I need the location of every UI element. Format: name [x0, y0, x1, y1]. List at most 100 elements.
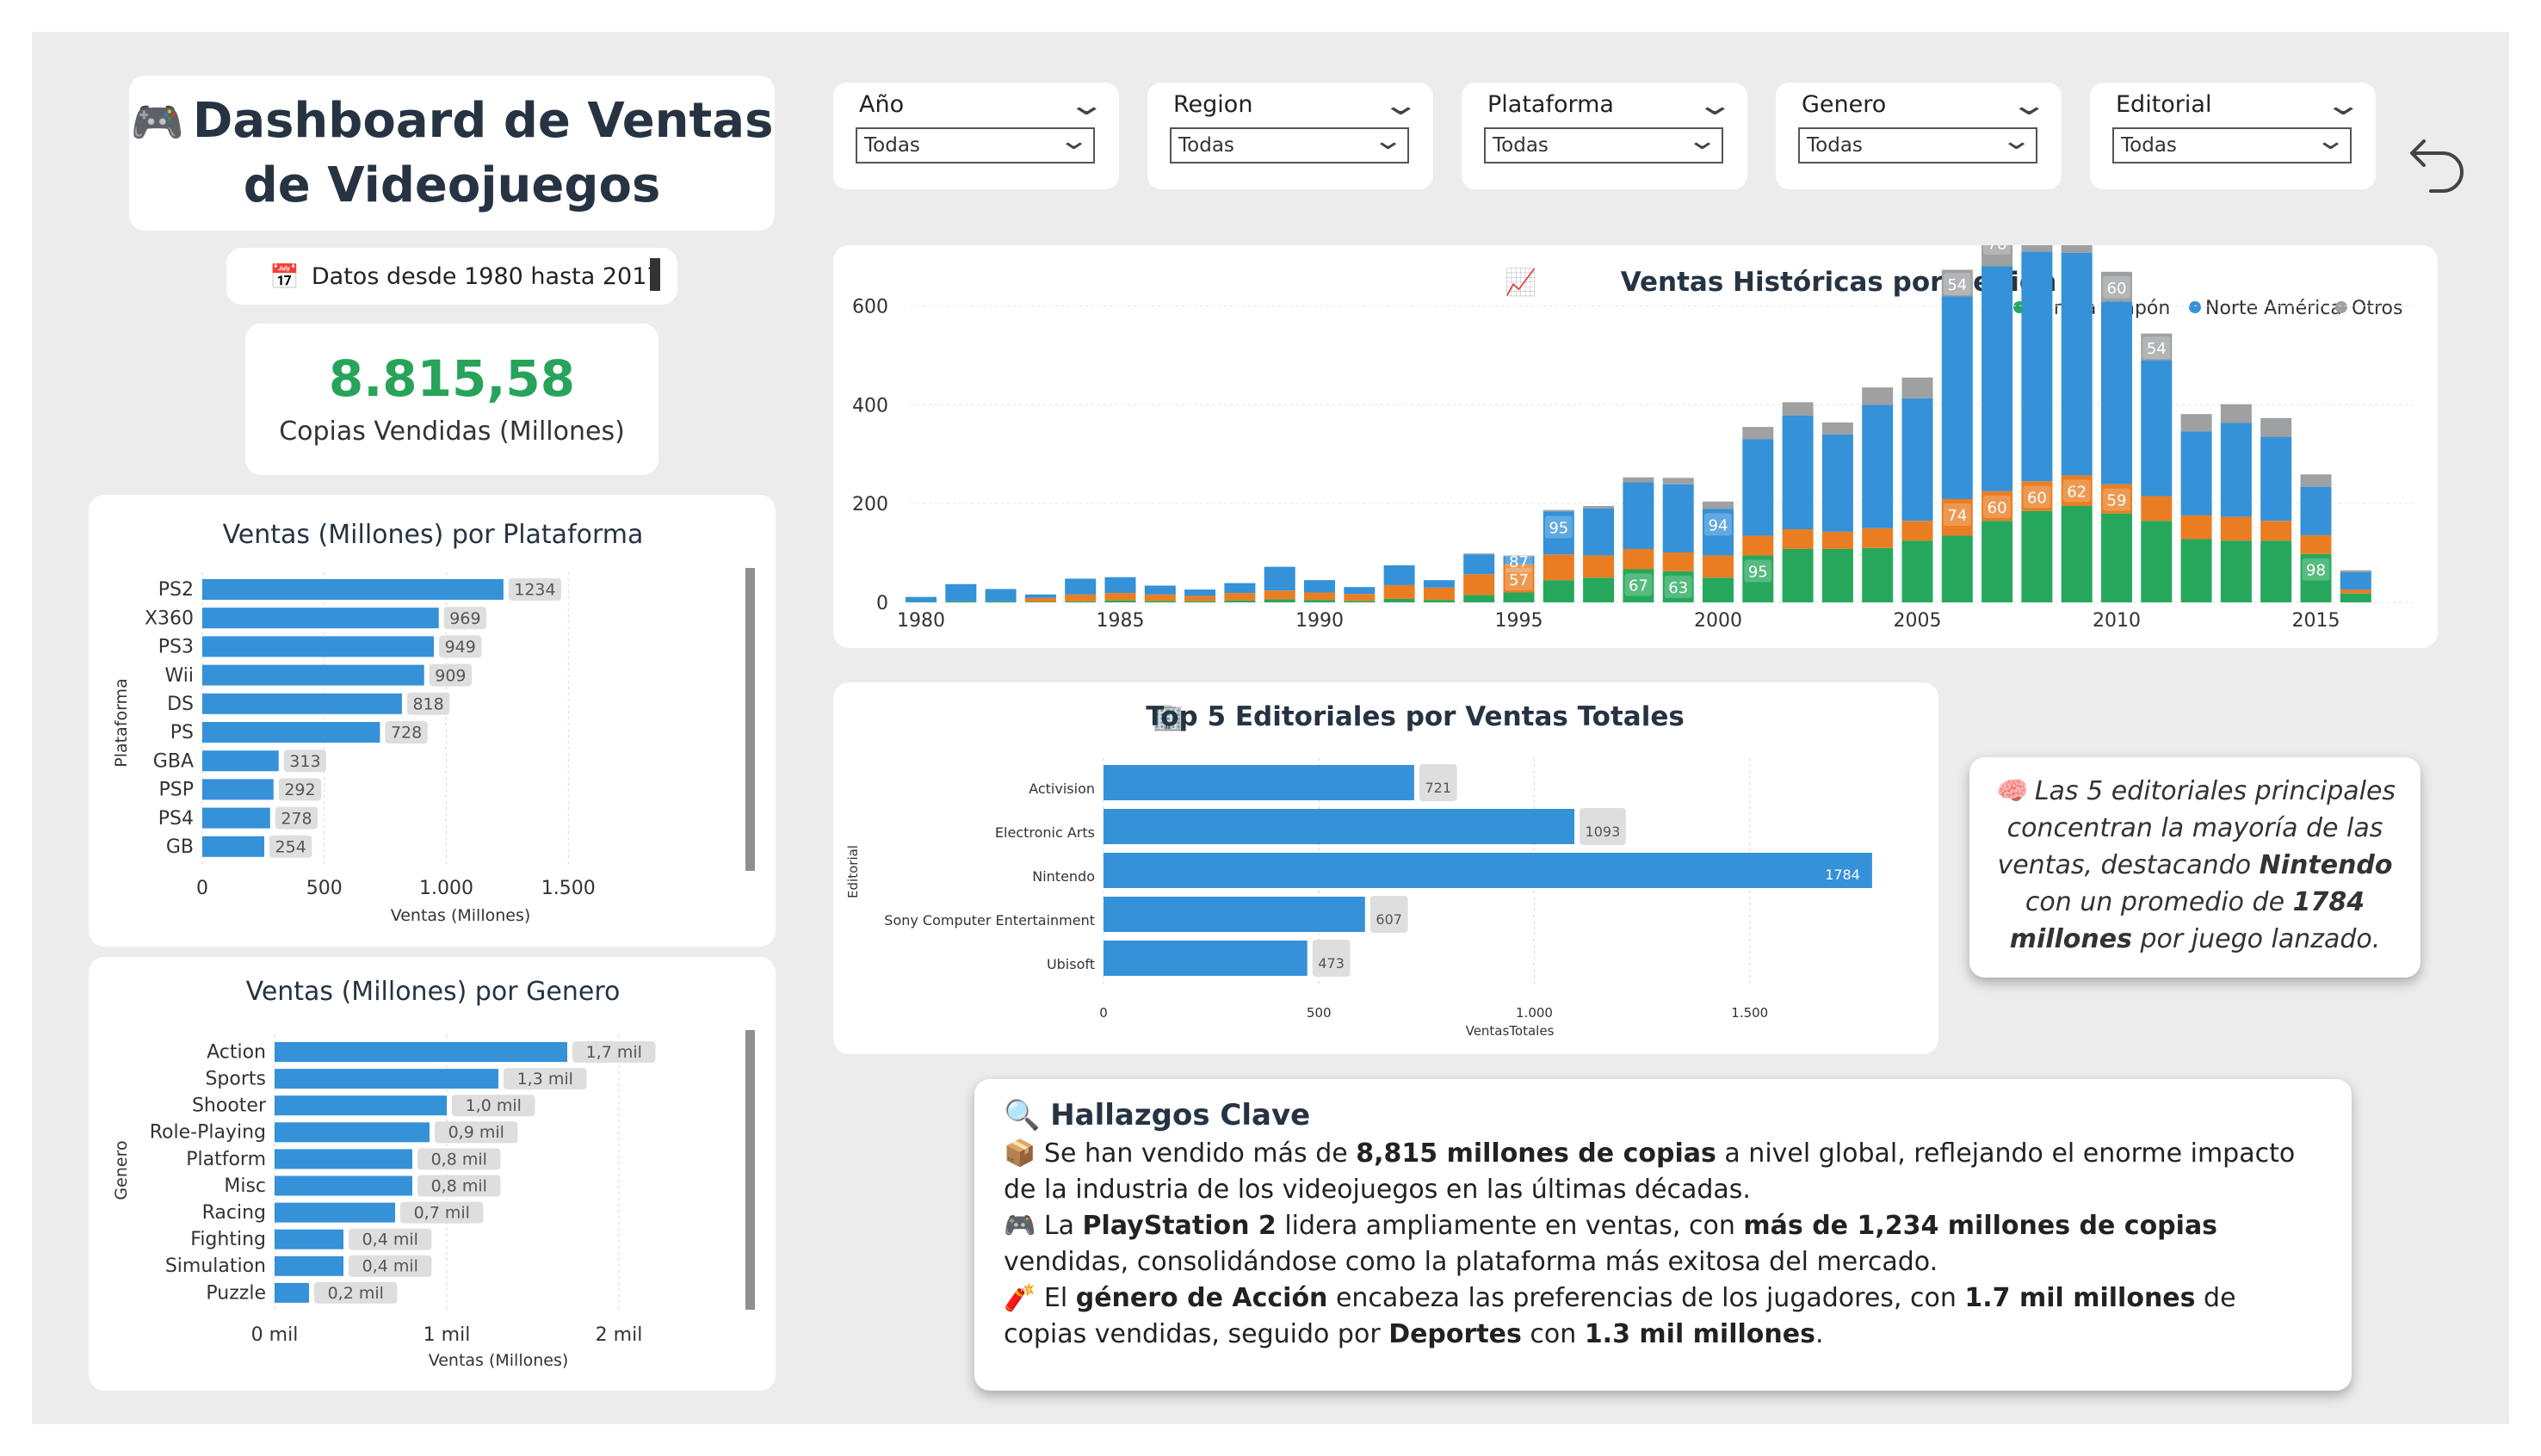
bar[interactable] [202, 836, 265, 857]
bar-segment[interactable] [1463, 595, 1495, 602]
bar[interactable] [202, 693, 402, 714]
filter-publisher[interactable]: Editorial ⌄ Todas ⌄ [2090, 83, 2376, 189]
bar-segment[interactable] [1463, 554, 1495, 575]
bar[interactable] [275, 1202, 395, 1223]
bar-segment[interactable] [1144, 601, 1176, 602]
bar-segment[interactable] [1821, 434, 1853, 532]
bar-segment[interactable] [2260, 436, 2292, 521]
bar[interactable] [1104, 765, 1414, 800]
bar-segment[interactable] [1264, 566, 1295, 591]
bar-segment[interactable] [1782, 548, 1814, 602]
bar-segment[interactable] [1901, 398, 1933, 521]
bar-segment[interactable] [2340, 593, 2371, 602]
bar[interactable] [275, 1095, 447, 1116]
bar[interactable] [202, 636, 435, 657]
bar-segment[interactable] [1662, 478, 1694, 484]
bar-segment[interactable] [2101, 513, 2132, 602]
bar-segment[interactable] [1344, 587, 1376, 595]
bar-segment[interactable] [1941, 296, 1973, 499]
bar-segment[interactable] [1463, 553, 1495, 555]
bar-segment[interactable] [1901, 540, 1933, 602]
bar-segment[interactable] [1423, 580, 1455, 588]
bar[interactable] [275, 1149, 412, 1169]
filter-dropdown[interactable]: Todas ⌄ [1798, 126, 2037, 163]
bar-segment[interactable] [1862, 404, 1894, 528]
bar-segment[interactable] [1742, 535, 1774, 556]
chevron-down-icon[interactable]: ⌄ [2315, 126, 2347, 156]
bar[interactable] [202, 608, 439, 629]
bar-segment[interactable] [906, 596, 937, 602]
bar-segment[interactable] [2340, 589, 2371, 594]
bar-segment[interactable] [1901, 377, 1933, 398]
bar-segment[interactable] [1583, 508, 1615, 556]
bar-segment[interactable] [1065, 578, 1097, 595]
chevron-down-icon[interactable]: ⌄ [2323, 88, 2363, 122]
bar-segment[interactable] [2340, 571, 2371, 590]
bar-segment[interactable] [1463, 574, 1495, 595]
bar-segment[interactable] [1304, 580, 1335, 593]
chevron-down-icon[interactable]: ⌄ [1695, 88, 1734, 122]
filter-region[interactable]: Region ⌄ Todas ⌄ [1147, 83, 1433, 189]
bar-segment[interactable] [1104, 577, 1136, 594]
bar-segment[interactable] [1821, 422, 1853, 435]
back-arrow-icon[interactable] [2407, 127, 2469, 196]
bar-segment[interactable] [1583, 577, 1615, 602]
bar-segment[interactable] [1503, 592, 1535, 602]
bar[interactable] [275, 1282, 309, 1303]
bar-segment[interactable] [1024, 594, 1056, 598]
bar-segment[interactable] [1184, 595, 1216, 602]
bar-segment[interactable] [945, 583, 977, 602]
bar-segment[interactable] [2141, 360, 2173, 497]
bar[interactable] [1104, 941, 1308, 976]
bar-segment[interactable] [1104, 600, 1136, 602]
bar-segment[interactable] [1703, 555, 1734, 578]
bar-segment[interactable] [1383, 584, 1415, 599]
bar-segment[interactable] [1304, 600, 1335, 602]
bar[interactable] [202, 664, 424, 686]
bar-segment[interactable] [2260, 540, 2292, 602]
bar-segment[interactable] [2260, 417, 2292, 437]
filter-dropdown[interactable]: Todas ⌄ [1170, 126, 1409, 163]
bar[interactable] [1104, 809, 1575, 844]
filter-dropdown[interactable]: Todas ⌄ [1484, 126, 1723, 163]
bar[interactable] [202, 807, 270, 829]
filter-dropdown[interactable]: Todas ⌄ [2112, 126, 2352, 163]
bar-segment[interactable] [2021, 510, 2053, 602]
bar[interactable] [1104, 897, 1365, 932]
bar-segment[interactable] [1144, 585, 1176, 595]
bar-segment[interactable] [1543, 580, 1574, 602]
bar-segment[interactable] [1742, 439, 1774, 536]
bar-segment[interactable] [985, 589, 1017, 602]
bar-segment[interactable] [1821, 531, 1853, 549]
bar-segment[interactable] [2220, 516, 2252, 541]
chevron-down-icon[interactable]: ⌄ [1058, 126, 1091, 156]
bar-segment[interactable] [1901, 521, 1933, 541]
bar-segment[interactable] [2220, 423, 2252, 517]
bar-segment[interactable] [1224, 600, 1256, 602]
bar[interactable] [275, 1229, 343, 1249]
bar-segment[interactable] [1065, 594, 1097, 602]
bar-segment[interactable] [1344, 601, 1376, 602]
bar-segment[interactable] [2021, 211, 2053, 252]
bar-segment[interactable] [1862, 547, 1894, 602]
bar-segment[interactable] [1264, 590, 1295, 600]
bar-segment[interactable] [2101, 301, 2132, 484]
bar-segment[interactable] [2340, 570, 2371, 572]
bar-segment[interactable] [1623, 477, 1654, 483]
bar-segment[interactable] [1623, 482, 1654, 549]
bar-segment[interactable] [2141, 496, 2173, 521]
bar-segment[interactable] [1583, 555, 1615, 578]
bar-segment[interactable] [2260, 521, 2292, 541]
bar-segment[interactable] [1941, 535, 1973, 602]
bar-segment[interactable] [1383, 565, 1415, 585]
bar-segment[interactable] [1184, 589, 1216, 596]
chevron-down-icon[interactable]: ⌄ [1381, 88, 1420, 122]
scrollbar-thumb[interactable] [745, 568, 755, 871]
bar-segment[interactable] [1782, 529, 1814, 549]
bar-segment[interactable] [2180, 431, 2212, 515]
bar-segment[interactable] [1543, 509, 1574, 512]
bar-segment[interactable] [1862, 387, 1894, 405]
bar-segment[interactable] [1782, 402, 1814, 416]
bar-segment[interactable] [2220, 540, 2252, 602]
bar[interactable] [275, 1069, 498, 1089]
